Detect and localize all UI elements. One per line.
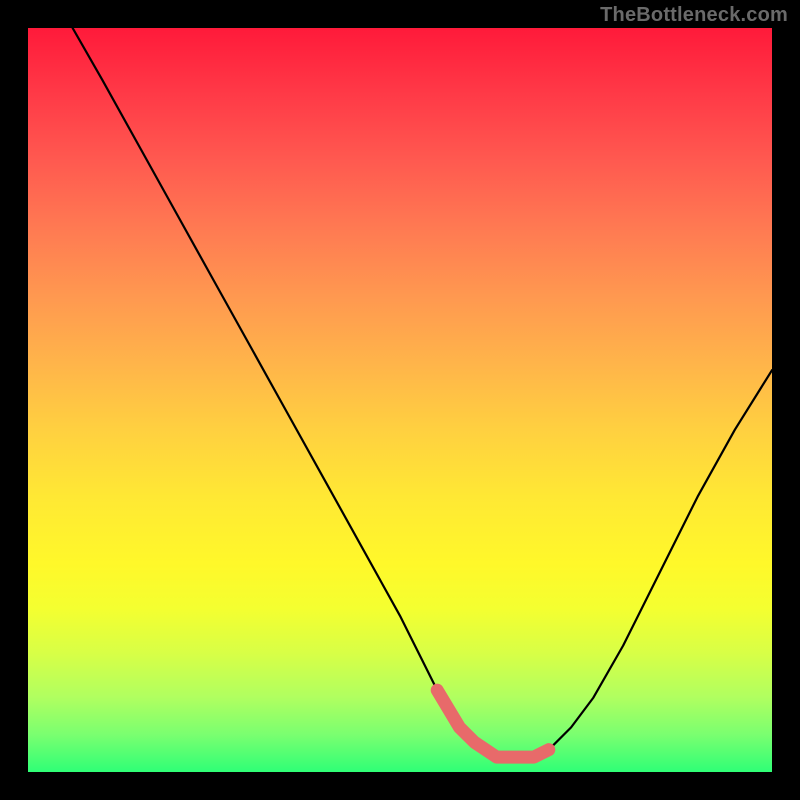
plot-area xyxy=(28,28,772,772)
curve-line xyxy=(73,28,772,757)
chart-svg xyxy=(28,28,772,772)
chart-frame xyxy=(0,0,800,800)
watermark-text: TheBottleneck.com xyxy=(600,4,788,27)
flat-segment-marker xyxy=(437,690,549,757)
